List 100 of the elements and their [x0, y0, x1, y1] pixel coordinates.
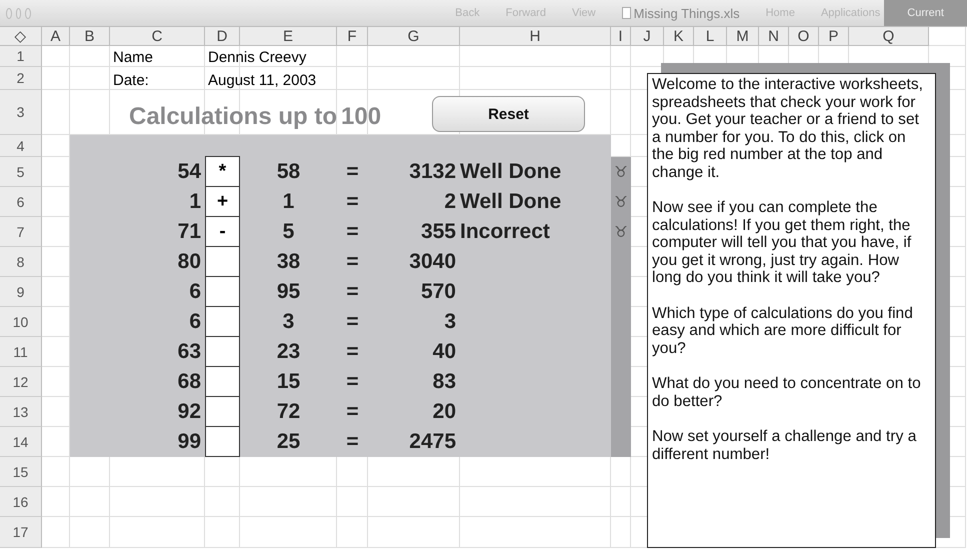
- row-header[interactable]: 5: [0, 157, 42, 187]
- operator-field[interactable]: +: [205, 186, 240, 217]
- date-value: August 11, 2003: [207, 71, 318, 90]
- column-header[interactable]: P: [819, 27, 849, 46]
- operand-cell-text: 1: [282, 189, 296, 215]
- column-header[interactable]: L: [694, 27, 727, 46]
- operator-field[interactable]: [205, 426, 240, 457]
- column-header[interactable]: H: [460, 27, 611, 46]
- instructions-text: Now see if you can complete the calculations! If you get them right, the computer will tell you that you have, if you get it wrong, just try again. How long do you think it will take you?: [652, 199, 912, 286]
- column-header[interactable]: O: [789, 27, 819, 46]
- select-all-button[interactable]: ◇: [0, 27, 42, 46]
- equals-sign: =: [345, 279, 360, 305]
- row-header[interactable]: 2: [0, 67, 42, 90]
- operand-cell-text: 3: [282, 309, 296, 335]
- column-header[interactable]: M: [727, 27, 759, 46]
- answer-cell-text: 20: [432, 399, 457, 425]
- column-header[interactable]: E: [240, 27, 337, 46]
- equals-sign: =: [345, 369, 360, 395]
- operand-cell-text: 6: [188, 309, 202, 335]
- row-header[interactable]: 1: [0, 46, 42, 67]
- column-header[interactable]: C: [110, 27, 205, 46]
- row-header[interactable]: 4: [0, 135, 42, 157]
- equals-sign: =: [345, 339, 360, 365]
- instructions-text: Welcome to the interactive worksheets, spreadsheets that check your work for you. Get your teacher or a friend to set a number for you. To do this, click on the big red number at the top and change it.: [652, 76, 924, 181]
- answer-cell-text: 83: [432, 369, 457, 395]
- result-mark: ♉: [613, 222, 629, 243]
- operand-cell-text: 25: [276, 429, 302, 455]
- column-header[interactable]: B: [70, 27, 110, 46]
- operand-cell-text: 92: [176, 399, 202, 425]
- column-header[interactable]: G: [368, 27, 460, 46]
- operand-cell-text: 99: [176, 429, 202, 455]
- answer-cell-text: 570: [420, 279, 457, 305]
- row-header[interactable]: 14: [0, 427, 42, 457]
- operand-cell-text: 54: [176, 159, 202, 185]
- answer-cell-text: 3040: [408, 249, 457, 275]
- answer-cell-text: 2: [443, 189, 457, 215]
- operator-field[interactable]: [205, 306, 240, 337]
- operator-field[interactable]: *: [205, 156, 240, 187]
- row-header[interactable]: 17: [0, 517, 42, 548]
- row-header[interactable]: 15: [0, 457, 42, 487]
- instructions-text: Now set yourself a challenge and try a different number!: [652, 428, 918, 463]
- column-header[interactable]: Q: [849, 27, 929, 46]
- operand-cell-text: 72: [276, 399, 302, 425]
- row-header[interactable]: 11: [0, 337, 42, 367]
- equals-sign: =: [345, 399, 360, 425]
- column-header[interactable]: J: [631, 27, 664, 46]
- column-header[interactable]: D: [205, 27, 240, 46]
- date-label: Date:: [112, 71, 150, 90]
- operand-cell-text: 63: [176, 339, 202, 365]
- answer-cell-text: 355: [420, 219, 457, 245]
- row-header[interactable]: 9: [0, 277, 42, 307]
- row-header[interactable]: 12: [0, 367, 42, 397]
- window-title: Missing Things.xls: [634, 6, 740, 20]
- column-header[interactable]: N: [759, 27, 789, 46]
- limit-number[interactable]: 100: [337, 90, 382, 135]
- answer-cell-text: 2475: [408, 429, 457, 455]
- row-header[interactable]: 13: [0, 397, 42, 427]
- equals-sign: =: [345, 219, 360, 245]
- operand-cell-text: 6: [188, 279, 202, 305]
- operand-cell-text: 1: [188, 189, 202, 215]
- feedback-text: Well Done: [460, 189, 562, 215]
- operand-cell-text: 68: [176, 369, 202, 395]
- operand-cell-text: 15: [276, 369, 302, 395]
- instructions-text: What do you need to concentrate on to do better?: [652, 375, 922, 410]
- operand-cell-text: 80: [176, 249, 202, 275]
- operand-cell-text: 38: [276, 249, 302, 275]
- operand-cell-text: 95: [276, 279, 302, 305]
- row-header[interactable]: 10: [0, 307, 42, 337]
- operand-cell-text: 58: [276, 159, 302, 185]
- operator-field[interactable]: [205, 276, 240, 307]
- operator-field[interactable]: [205, 246, 240, 277]
- row-header[interactable]: 7: [0, 217, 42, 247]
- equals-sign: =: [345, 249, 360, 275]
- operand-cell-text: 71: [176, 219, 202, 245]
- equals-sign: =: [345, 429, 360, 455]
- operator-field[interactable]: [205, 366, 240, 397]
- column-header[interactable]: I: [611, 27, 631, 46]
- column-header[interactable]: K: [664, 27, 694, 46]
- row-header[interactable]: 16: [0, 487, 42, 517]
- result-mark: ♉: [613, 162, 629, 183]
- operator-field[interactable]: [205, 396, 240, 427]
- row-header[interactable]: 8: [0, 247, 42, 277]
- answer-cell-text: 3: [443, 309, 457, 335]
- reset-button[interactable]: Reset: [432, 96, 585, 132]
- result-mark: ♉: [613, 192, 629, 213]
- row-header[interactable]: 6: [0, 187, 42, 217]
- equals-sign: =: [345, 159, 360, 185]
- equals-sign: =: [345, 309, 360, 335]
- operator-field[interactable]: [205, 336, 240, 367]
- instructions-text: Which type of calculations do you find easy and which are more difficult for you?: [652, 304, 914, 357]
- column-header[interactable]: A: [42, 27, 70, 46]
- row-header[interactable]: 3: [0, 90, 42, 135]
- feedback-text: Incorrect: [460, 219, 551, 245]
- operator-field[interactable]: -: [205, 216, 240, 247]
- document-icon: [622, 7, 631, 19]
- equals-sign: =: [345, 189, 360, 215]
- worksheet-heading: Calculations up to: [128, 102, 337, 132]
- operand-cell-text: 5: [282, 219, 296, 245]
- name-label: Name: [112, 48, 154, 67]
- column-header[interactable]: F: [337, 27, 368, 46]
